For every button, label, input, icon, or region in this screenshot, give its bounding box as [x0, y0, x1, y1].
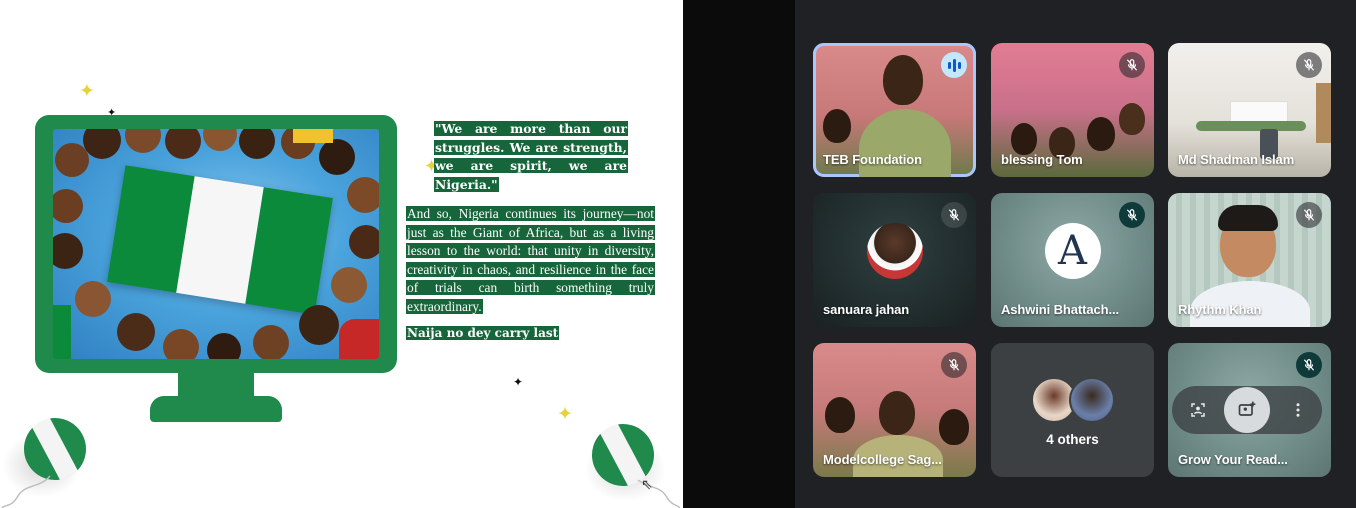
others-tile[interactable]: 4 others	[991, 343, 1154, 477]
nigeria-flag	[107, 165, 333, 315]
face	[117, 313, 155, 351]
presentation-slide: ✦ ✦ ✦ ✦ ✦ "We are more than our struggle…	[0, 0, 683, 508]
add-to-screen-button[interactable]	[1224, 387, 1270, 433]
participant-tile[interactable]: A Ashwini Bhattach...	[991, 193, 1154, 327]
slide-closing-line: Naija no dey carry last	[406, 326, 560, 340]
participant-tile[interactable]: sanuara jahan	[813, 193, 976, 327]
slide-quote: "We are more than our struggles. We are …	[434, 121, 628, 192]
participant-tile[interactable]: Md Shadman Islam	[1168, 43, 1331, 177]
sparkle-icon: ✦	[513, 375, 524, 389]
face	[75, 281, 111, 317]
face	[165, 129, 201, 159]
mic-off-icon	[941, 202, 967, 228]
face	[53, 233, 83, 269]
participant-name: Ashwini Bhattach...	[1001, 302, 1120, 317]
face	[349, 225, 379, 259]
slide-paragraph: And so, Nigeria continues its journey—no…	[406, 206, 655, 314]
tile-hover-controls	[1172, 386, 1322, 434]
frame-person-button[interactable]	[1180, 392, 1216, 428]
mic-off-icon	[1296, 52, 1322, 78]
mouse-pointer-icon: ⇖	[641, 476, 653, 492]
face	[347, 177, 379, 213]
mic-off-icon	[1296, 202, 1322, 228]
participant-name: Md Shadman Islam	[1178, 152, 1295, 167]
face	[83, 129, 121, 159]
face	[239, 129, 275, 159]
participant-name: TEB Foundation	[823, 152, 922, 167]
face	[163, 329, 199, 359]
participant-tile[interactable]: Rhythm Khan	[1168, 193, 1331, 327]
face	[331, 267, 367, 303]
participant-name: sanuara jahan	[823, 302, 910, 317]
avatar: A	[1044, 222, 1101, 279]
sparkle-icon: ✦	[79, 80, 95, 102]
mic-off-icon	[1119, 202, 1145, 228]
frame-person-icon	[1191, 403, 1205, 417]
face	[207, 333, 241, 359]
add-to-screen-icon	[1238, 401, 1256, 416]
avatar	[1069, 377, 1115, 423]
monitor-base	[150, 396, 282, 422]
face	[125, 129, 161, 153]
participant-tile[interactable]: TEB Foundation	[813, 43, 976, 177]
face	[53, 189, 83, 223]
participant-tile[interactable]: Modelcollege Sag...	[813, 343, 976, 477]
more-vert-icon	[1296, 403, 1300, 417]
participant-name: Rhythm Khan	[1178, 302, 1262, 317]
others-count: 4 others	[1046, 432, 1099, 447]
avatar	[866, 222, 923, 279]
monitor-frame	[35, 115, 397, 373]
participant-name: blessing Tom	[1001, 152, 1083, 167]
face	[203, 129, 237, 151]
more-options-button[interactable]	[1280, 392, 1316, 428]
unity-photo	[53, 129, 379, 359]
participant-name: Modelcollege Sag...	[823, 452, 942, 467]
speaking-icon	[941, 52, 967, 78]
participant-tile[interactable]: blessing Tom	[991, 43, 1154, 177]
balloon-string	[1, 475, 51, 508]
face	[319, 139, 355, 175]
panel-gutter	[683, 0, 795, 508]
mic-off-icon	[941, 352, 967, 378]
face	[253, 325, 289, 359]
participant-name: Grow Your Read...	[1178, 452, 1288, 467]
mic-off-icon	[1296, 352, 1322, 378]
mic-off-icon	[1119, 52, 1145, 78]
sparkle-icon: ✦	[557, 403, 573, 425]
face	[299, 305, 339, 345]
